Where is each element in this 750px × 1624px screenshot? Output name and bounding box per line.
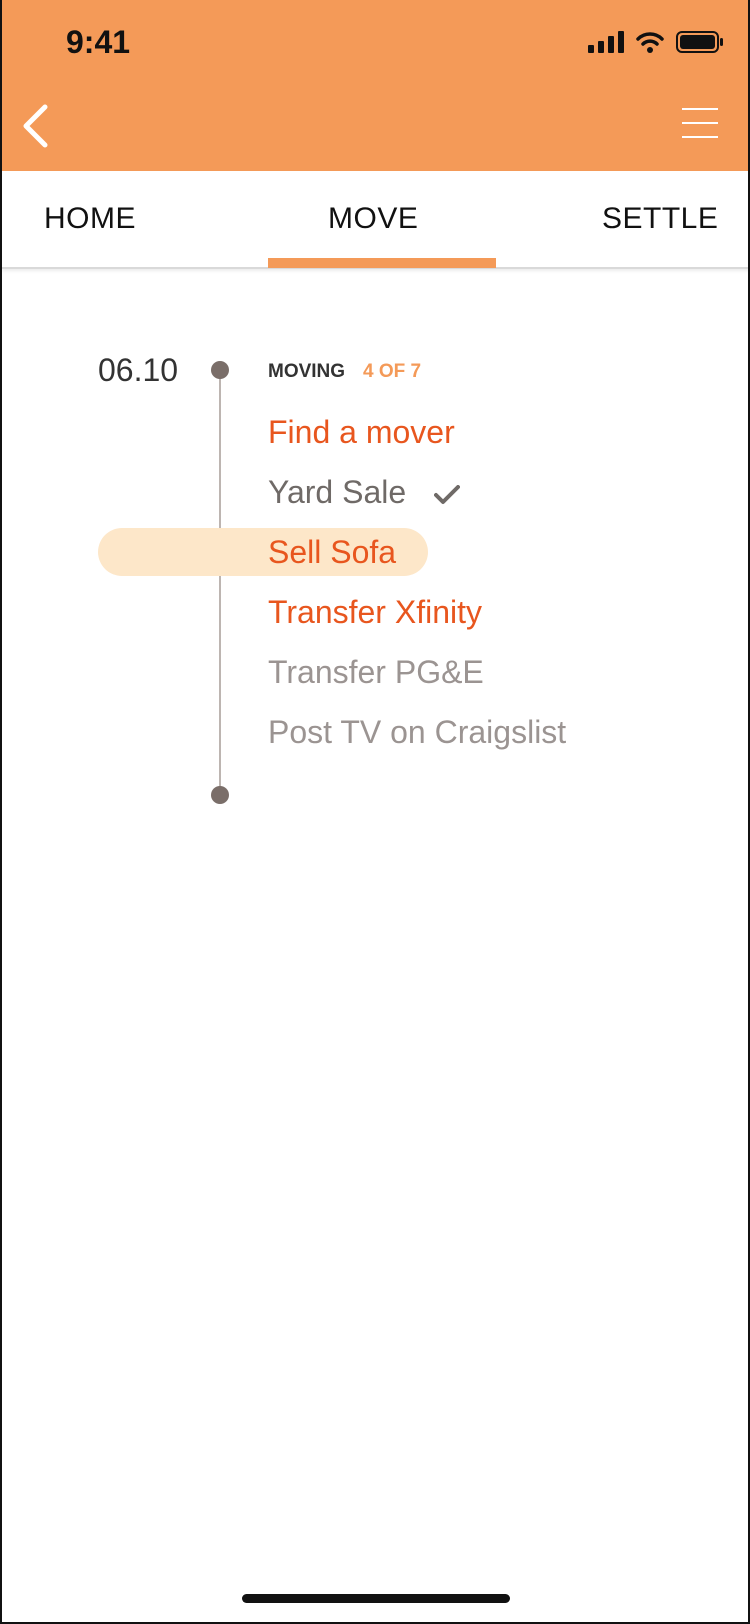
group-label: MOVING [268,361,346,382]
progress-count: 4 OF 7 [363,361,422,382]
tab-settle[interactable]: SETTLE [602,202,718,236]
task-sell-sofa[interactable]: Sell Sofa [268,534,396,571]
timeline-date: 06.10 [98,352,179,388]
battery-icon [676,31,723,53]
home-indicator[interactable] [242,1594,510,1603]
tab-move[interactable]: MOVE [328,202,418,236]
hamburger-menu-icon[interactable] [682,108,718,140]
check-icon [434,485,460,504]
task-transfer-xfinity[interactable]: Transfer Xfinity [268,594,482,631]
header-bar: 9:41 [2,0,748,171]
task-post-tv-craigslist[interactable]: Post TV on Craigslist [268,714,566,751]
task-transfer-pge[interactable]: Transfer PG&E [268,654,484,691]
timeline-start-dot [211,361,229,379]
active-tab-indicator [268,258,496,268]
task-yard-sale[interactable]: Yard Sale [268,474,406,511]
tab-bar: HOME MOVE SETTLE [2,171,748,269]
signal-icon [588,31,624,53]
task-find-a-mover[interactable]: Find a mover [268,414,455,451]
tab-home[interactable]: HOME [44,202,136,236]
wifi-icon [636,32,664,53]
app-screen: 9:41 HOME MOVE SETTLE 06.10 MOVING 4 OF … [0,0,750,1624]
timeline-end-dot [211,786,229,804]
status-icons [588,30,724,54]
status-time: 9:41 [66,24,131,60]
timeline-line [219,370,221,795]
back-chevron-icon[interactable] [20,103,50,149]
